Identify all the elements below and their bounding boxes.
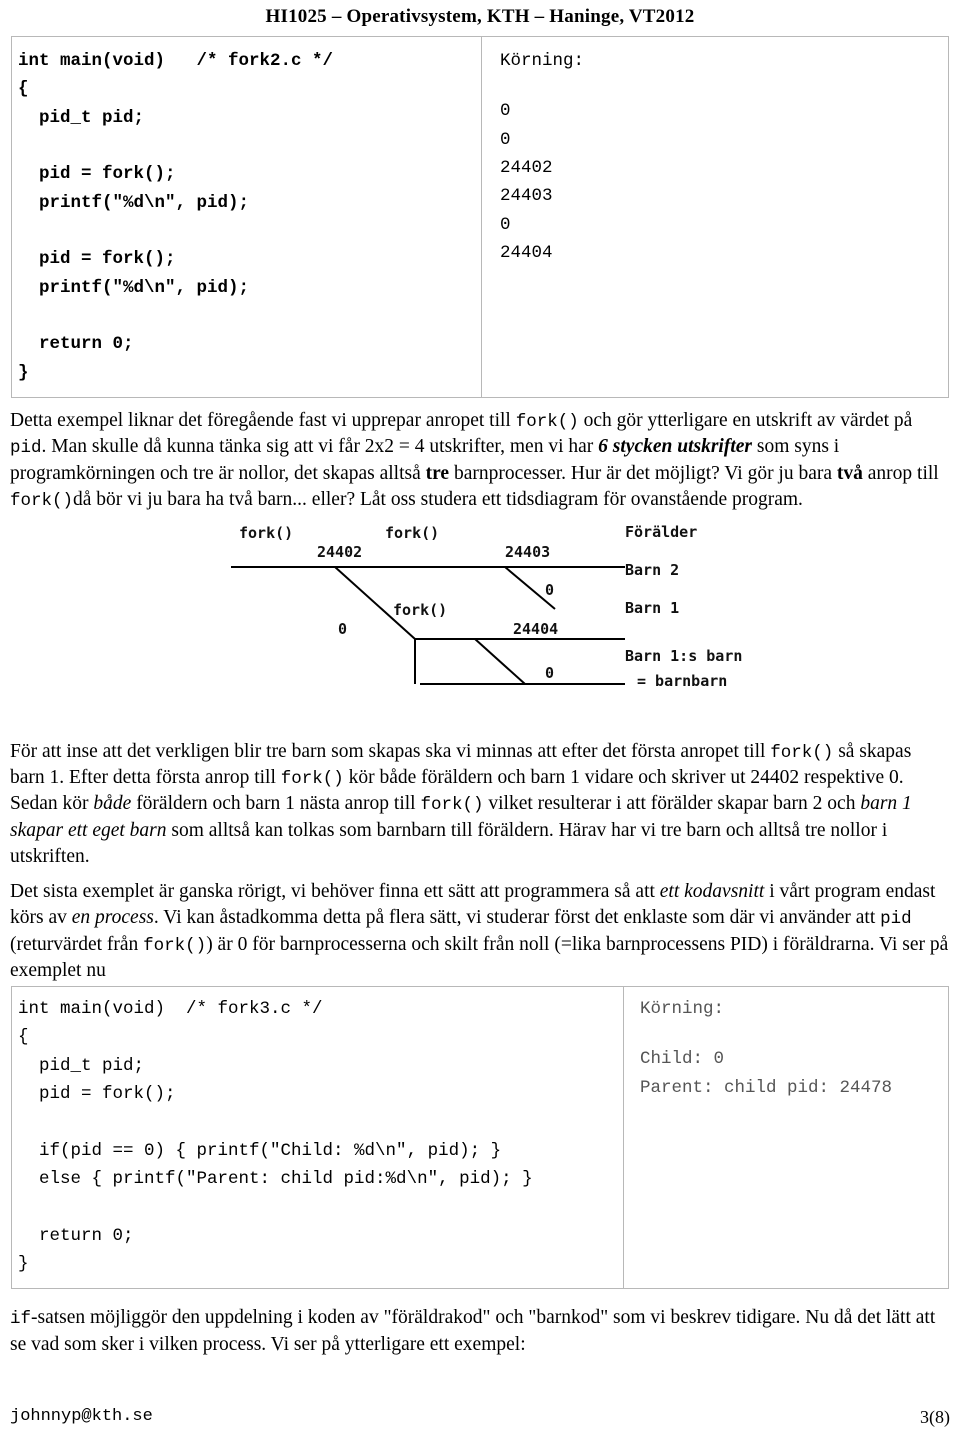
code-example-fork2: int main(void) /* fork2.c */ { pid_t pid… <box>11 36 949 399</box>
paragraph-1-part3: . Man skulle då kunna tänka sig att vi f… <box>41 436 599 458</box>
paragraph-1-code2: pid <box>10 438 42 459</box>
timeline-diagram: fork() fork() 24402 24403 0 fork() 0 244… <box>225 519 795 724</box>
paragraph-2-code2: fork() <box>280 769 344 790</box>
paragraph-2-code1: fork() <box>770 742 834 763</box>
code-example-fork3-output: Child: 0 Parent: child pid: 24478 <box>640 1049 893 1098</box>
paragraph-1-em2: tre <box>425 462 450 484</box>
diagram-label-barn1: Barn 1 <box>625 598 680 617</box>
code-example-fork2-output-pane: Körning: 0 0 24402 24403 0 24404 <box>482 37 948 397</box>
diagram-label-fork-top-right: fork() <box>385 523 440 542</box>
code-example-fork3: int main(void) /* fork3.c */ { pid_t pid… <box>11 985 949 1290</box>
timeline-diagram-wrapper: fork() fork() 24402 24403 0 fork() 0 244… <box>10 519 950 729</box>
paragraph-3-em2: en process <box>71 907 154 929</box>
paragraph-1-em3: två <box>836 462 863 484</box>
paragraph-1-em1: 6 stycken utskrifter <box>598 436 752 458</box>
paragraph-3: Det sista exemplet är ganska rörigt, vi … <box>10 879 950 983</box>
code-example-fork2-source: int main(void) /* fork2.c */ { pid_t pid… <box>18 51 334 383</box>
diagram-label-pid-24402: 24402 <box>317 542 363 561</box>
footer-email: johnnyp@kth.se <box>10 1407 153 1426</box>
document-page: HI1025 – Operativsystem, KTH – Haninge, … <box>0 0 960 1444</box>
code-example-fork3-output-title: Körning: <box>640 998 725 1019</box>
diagram-label-barnbarn-line1: Barn 1:s barn <box>625 646 743 665</box>
code-example-fork2-output: 0 0 24402 24403 0 24404 <box>500 101 553 264</box>
diagram-label-forelder: Förälder <box>625 522 698 541</box>
paragraph-4: if-satsen möjliggör den uppdelning i kod… <box>10 1305 950 1357</box>
diagram-label-fork-top-left: fork() <box>239 523 294 542</box>
paragraph-1-part7: då bör vi ju bara ha två barn... eller? … <box>73 488 803 510</box>
diagram-label-zero-2: 0 <box>338 619 348 638</box>
code-example-fork3-output-pane: Körning: Child: 0 Parent: child pid: 244… <box>624 987 948 1288</box>
paragraph-3-code2: fork() <box>143 935 207 956</box>
paragraph-2-part4: föräldern och barn 1 nästa anrop till <box>131 793 421 815</box>
paragraph-2-em1: både <box>93 793 132 815</box>
paragraph-1-part1: Detta exempel liknar det föregående fast… <box>10 410 516 432</box>
page-footer: johnnyp@kth.se 3(8) <box>10 1407 950 1428</box>
code-example-fork2-output-title: Körning: <box>500 51 585 71</box>
diagram-label-barnbarn-line2: = barnbarn <box>637 671 728 690</box>
paragraph-1-code3: fork() <box>10 490 74 511</box>
diagram-label-pid-24404: 24404 <box>513 619 559 638</box>
paragraph-2-part5: vilket resulterar i att förälder skapar … <box>483 793 861 815</box>
paragraph-4-part1: -satsen möjliggör den uppdelning i koden… <box>10 1307 936 1355</box>
paragraph-1-code1: fork() <box>515 412 579 433</box>
paragraph-2-part1: För att inse att det verkligen blir tre … <box>10 740 771 762</box>
paragraph-3-em1: ett kodavsnitt <box>659 881 765 903</box>
diagram-label-barn2: Barn 2 <box>625 560 680 579</box>
paragraph-1: Detta exempel liknar det föregående fast… <box>10 408 950 513</box>
page-header: HI1025 – Operativsystem, KTH – Haninge, … <box>265 6 695 27</box>
paragraph-1-part6: anrop till <box>862 462 939 484</box>
paragraph-1-part5: barnprocesser. Hur är det möjligt? Vi gö… <box>449 462 837 484</box>
paragraph-4-code1: if <box>10 1309 32 1330</box>
paragraph-2: För att inse att det verkligen blir tre … <box>10 739 950 870</box>
diagram-label-zero-3: 0 <box>545 663 555 682</box>
paragraph-3-part4: (returvärdet från <box>10 933 144 955</box>
paragraph-1-part2: och gör ytterligare en utskrift av värde… <box>578 410 913 432</box>
footer-page-number: 3(8) <box>920 1407 950 1427</box>
code-example-fork3-source-pane: int main(void) /* fork3.c */ { pid_t pid… <box>12 986 624 1289</box>
paragraph-3-code1: pid <box>880 909 912 930</box>
paragraph-2-code3: fork() <box>420 795 484 816</box>
paragraph-3-part3: . Vi kan åstadkomma detta på flera sätt,… <box>153 907 881 929</box>
code-example-fork3-source: int main(void) /* fork3.c */ { pid_t pid… <box>18 998 533 1274</box>
diagram-label-pid-24403: 24403 <box>505 542 551 561</box>
code-example-fork2-source-pane: int main(void) /* fork2.c */ { pid_t pid… <box>12 37 482 398</box>
diagram-label-fork-middle: fork() <box>393 600 448 619</box>
paragraph-3-part1: Det sista exemplet är ganska rörigt, vi … <box>10 881 660 903</box>
diagram-label-zero-1: 0 <box>545 580 555 599</box>
